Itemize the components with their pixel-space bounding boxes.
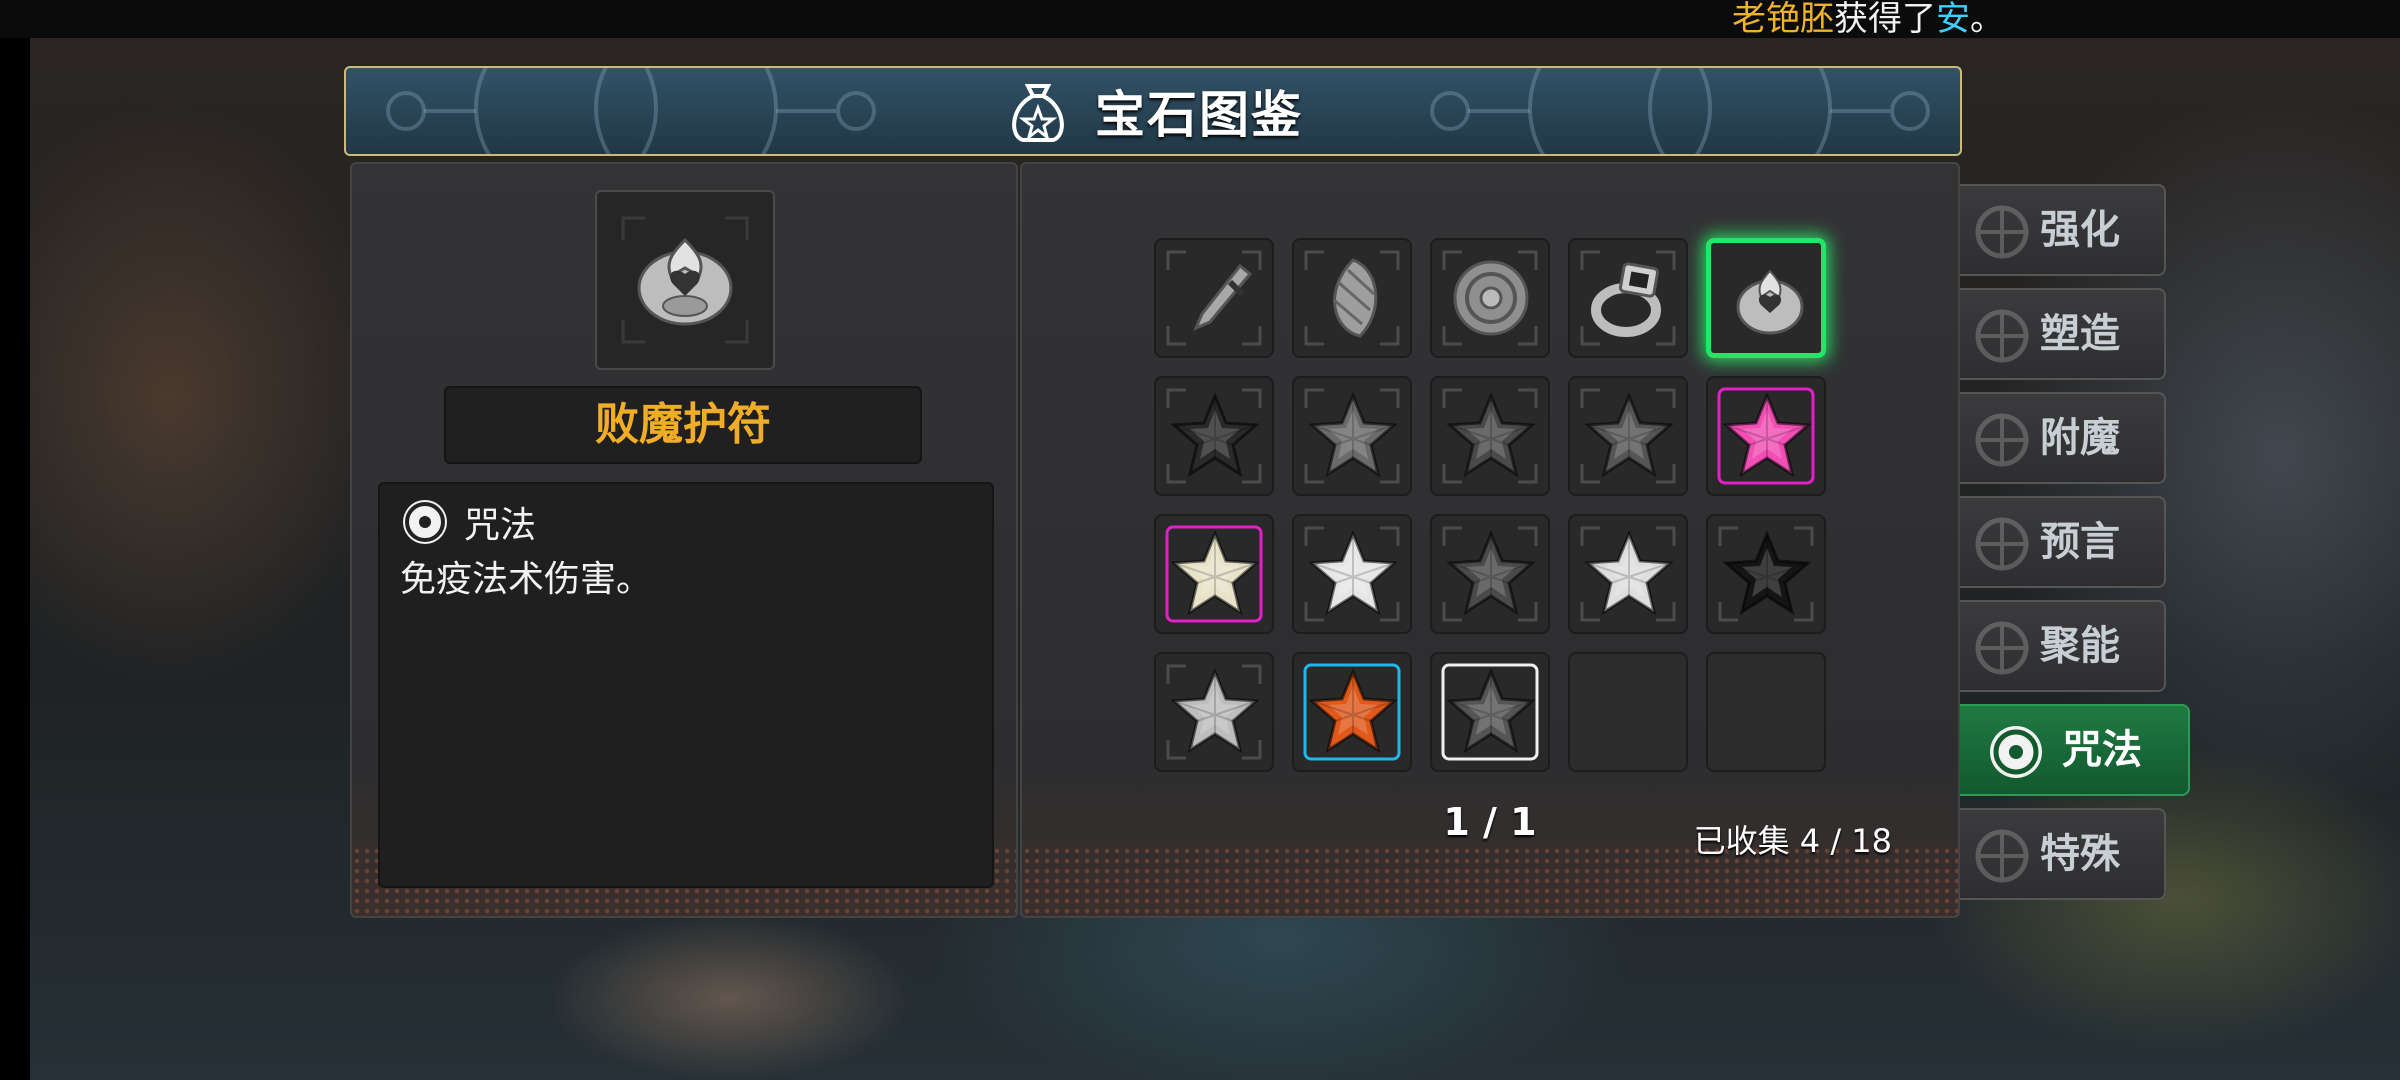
amulet-icon <box>1736 269 1804 335</box>
star-gem-icon <box>1446 668 1536 754</box>
gem-type-label: 咒法 <box>464 505 537 546</box>
tab-label: 预言 <box>2040 519 2120 565</box>
gem-detail-panel: 败魔护符 咒法 免疫法术伤害。 <box>350 162 1018 918</box>
notice-item-name[interactable]: 安 <box>1936 0 1970 39</box>
shield-icon <box>1453 260 1529 336</box>
page-indicator: 1 / 1 <box>1443 800 1537 844</box>
page-title: 宝石图鉴 <box>1095 86 1303 144</box>
gem-codex-header: 宝石图鉴 <box>344 66 1962 156</box>
star-gem-icon <box>1170 668 1260 754</box>
energy-icon <box>1975 621 2029 675</box>
collection-count: 已收集 4 / 18 <box>1693 822 1892 860</box>
star-gem-icon <box>1722 392 1812 478</box>
amulet-icon <box>621 216 749 344</box>
ring-icon <box>1591 262 1661 337</box>
tab-forge[interactable]: 塑造 <box>1960 288 2166 380</box>
tab-enchant[interactable]: 附魔 <box>1960 392 2166 484</box>
gem-slot[interactable] <box>1154 514 1274 634</box>
star-gem-icon <box>1584 530 1674 616</box>
spiral-icon <box>1990 726 2042 778</box>
gem-slot[interactable] <box>1706 238 1826 358</box>
gem-slot[interactable] <box>1706 514 1826 634</box>
tab-label: 聚能 <box>2040 623 2120 669</box>
gem-slot[interactable] <box>1154 376 1274 496</box>
top-bar: 老铯胚获得了安。 <box>0 0 2400 38</box>
notice-action: 获得了 <box>1834 0 1936 39</box>
strengthen-icon <box>1975 205 2029 259</box>
bag-star-icon <box>1012 84 1064 142</box>
enchant-icon <box>1975 413 2029 467</box>
star-gem-icon <box>1446 392 1536 478</box>
forge-icon <box>1975 309 2029 363</box>
header-title-row: 宝石图鉴 <box>346 68 1960 154</box>
gem-type-row: 咒法 <box>400 494 536 550</box>
gem-preview-frame <box>595 190 775 370</box>
gem-slot[interactable] <box>1430 514 1550 634</box>
tab-strengthen[interactable]: 强化 <box>1960 184 2166 276</box>
gem-slot[interactable] <box>1154 652 1274 772</box>
gem-slot[interactable] <box>1292 238 1412 358</box>
gem-slot[interactable] <box>1568 514 1688 634</box>
dagger-icon <box>1193 263 1253 331</box>
gem-slot[interactable] <box>1430 652 1550 772</box>
gem-slot-empty <box>1706 652 1826 772</box>
star-gem-icon <box>1308 530 1398 616</box>
tab-label: 塑造 <box>2040 311 2120 357</box>
scale-icon <box>1333 258 1378 338</box>
tab-energy[interactable]: 聚能 <box>1960 600 2166 692</box>
star-gem-icon <box>1308 392 1398 478</box>
gem-slot[interactable] <box>1430 376 1550 496</box>
special-icon <box>1975 829 2029 883</box>
spiral-icon <box>403 500 447 544</box>
star-gem-icon <box>1722 530 1812 616</box>
gem-slot[interactable] <box>1292 652 1412 772</box>
gem-effect-text: 免疫法术伤害。 <box>400 559 653 600</box>
gem-slot-empty <box>1568 652 1688 772</box>
notice-player-name[interactable]: 老铯胚 <box>1732 0 1834 39</box>
tab-spiral[interactable]: 咒法 <box>1960 704 2190 796</box>
star-gem-icon <box>1170 392 1260 478</box>
tab-label: 特殊 <box>2040 831 2120 877</box>
tab-prophecy[interactable]: 预言 <box>1960 496 2166 588</box>
star-gem-icon <box>1170 530 1260 616</box>
tab-label: 咒法 <box>2062 727 2142 773</box>
gem-slot[interactable] <box>1568 238 1688 358</box>
gem-description-box: 咒法 免疫法术伤害。 <box>378 482 994 888</box>
tab-label: 强化 <box>2040 207 2120 253</box>
tab-special[interactable]: 特殊 <box>1960 808 2166 900</box>
star-gem-icon <box>1584 392 1674 478</box>
star-gem-icon <box>1446 530 1536 616</box>
system-notice: 老铯胚获得了安。 <box>1732 0 2004 38</box>
gem-slot[interactable] <box>1292 514 1412 634</box>
tab-label: 附魔 <box>2040 415 2120 461</box>
gem-slot[interactable] <box>1706 376 1826 496</box>
gem-name: 败魔护符 <box>444 386 922 464</box>
gem-slot[interactable] <box>1430 238 1550 358</box>
gem-slot[interactable] <box>1292 376 1412 496</box>
star-gem-icon <box>1308 668 1398 754</box>
prophecy-icon <box>1975 517 2029 571</box>
gem-slot[interactable] <box>1154 238 1274 358</box>
notice-end: 。 <box>1970 0 2004 39</box>
gem-slot[interactable] <box>1568 376 1688 496</box>
